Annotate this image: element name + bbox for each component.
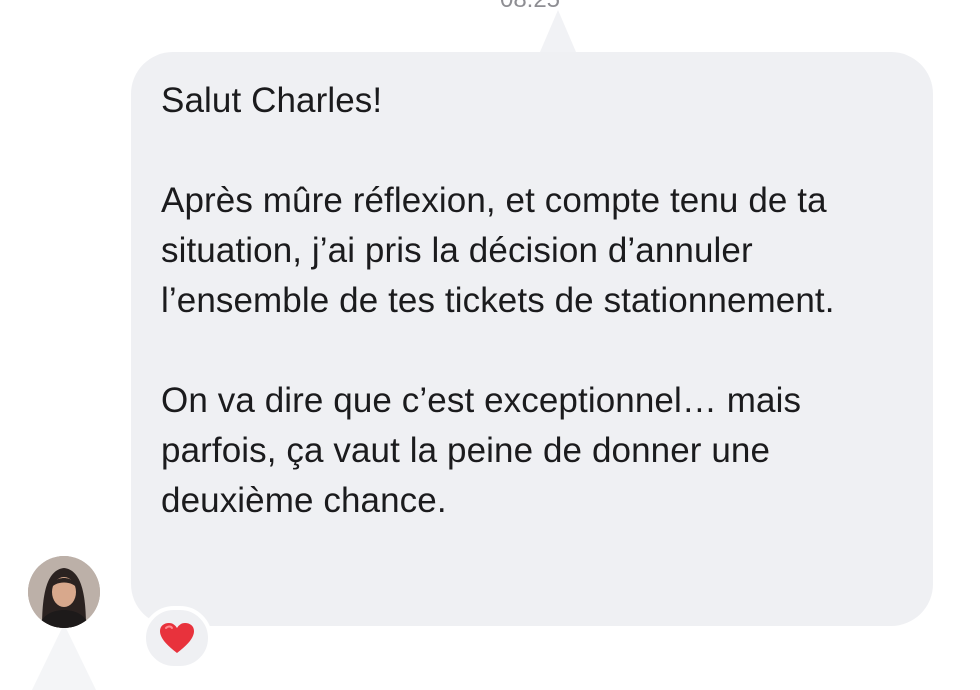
message-line-closing: On va dire que c’est exceptionnel… mais … bbox=[161, 381, 802, 520]
avatar-portrait-icon bbox=[28, 556, 100, 628]
chat-view: 08:25 Salut Charles! Après mûre réflexio… bbox=[0, 0, 980, 690]
avatar-tail bbox=[32, 624, 96, 690]
heart-reaction[interactable] bbox=[142, 606, 212, 670]
message-bubble[interactable]: Salut Charles! Après mûre réflexion, et … bbox=[131, 52, 933, 626]
timestamp-tail bbox=[540, 10, 576, 52]
message-timestamp: 08:25 bbox=[0, 0, 980, 14]
message-line-body: Après mûre réflexion, et compte tenu de … bbox=[161, 181, 835, 320]
message-line-greeting: Salut Charles! bbox=[161, 81, 383, 120]
red-heart-icon bbox=[160, 623, 194, 653]
sender-avatar[interactable] bbox=[28, 556, 100, 628]
